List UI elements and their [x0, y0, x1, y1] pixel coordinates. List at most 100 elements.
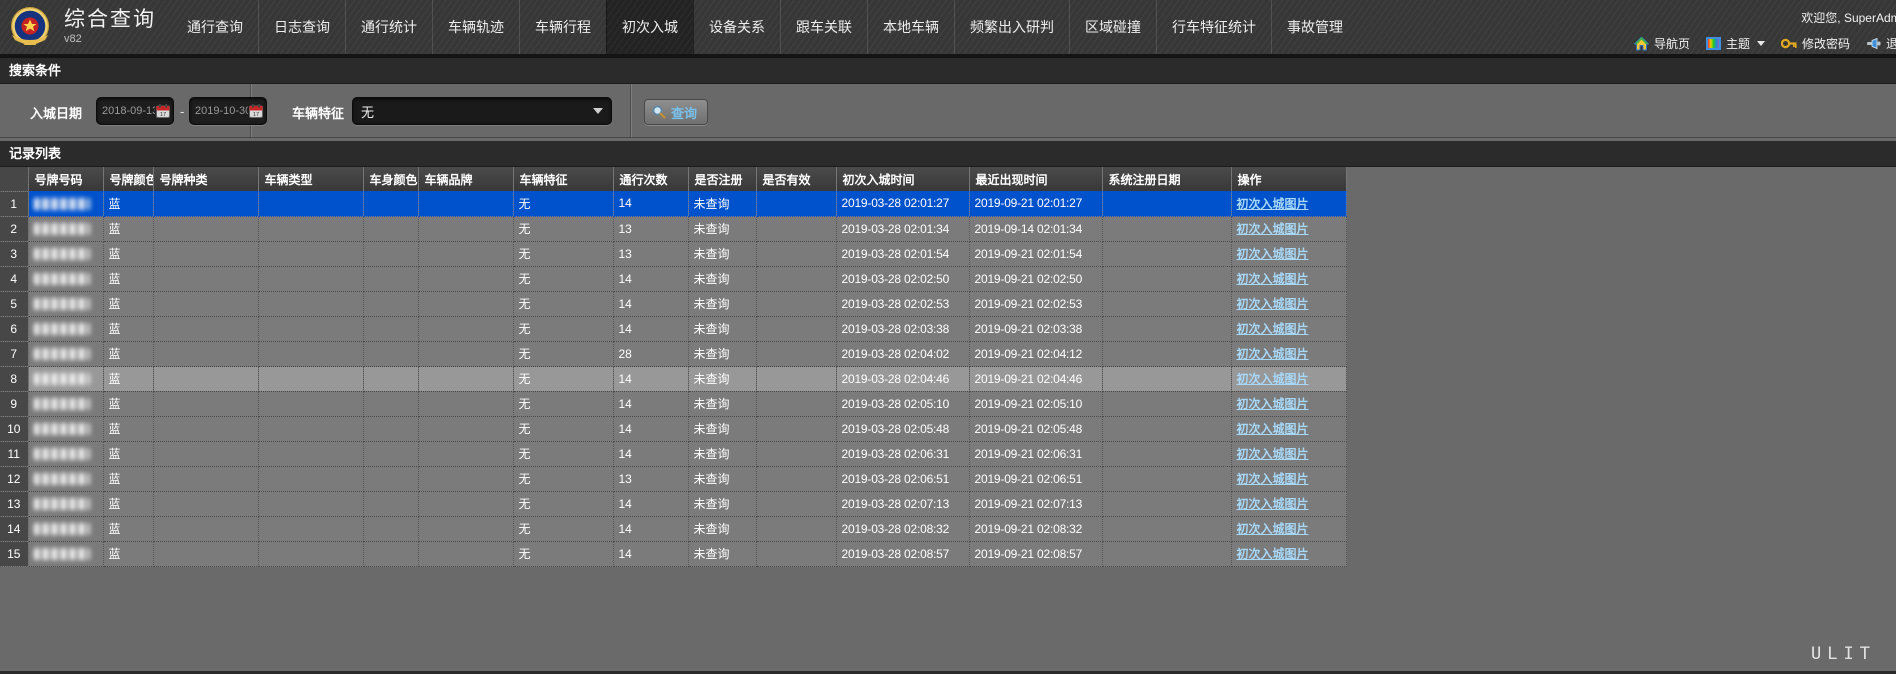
date-from-input[interactable]: 2018-09-13 17	[96, 97, 174, 125]
nav-item[interactable]: 区域碰撞	[1069, 0, 1156, 54]
plate-color: 蓝	[103, 516, 153, 541]
vehicle-brand	[418, 541, 513, 566]
nav-item[interactable]: 本地车辆	[867, 0, 954, 54]
column-header[interactable]: 车辆品牌	[418, 167, 513, 191]
table-row[interactable]: 5蓝无14未查询2019-03-28 02:02:532019-09-21 02…	[0, 291, 1346, 316]
theme-button[interactable]: 主题	[1706, 35, 1765, 52]
first-enter-image-link[interactable]: 初次入城图片	[1237, 322, 1309, 336]
first-enter-image-link[interactable]: 初次入城图片	[1237, 397, 1309, 411]
nav-item[interactable]: 频繁出入研判	[954, 0, 1069, 54]
change-password-button[interactable]: 修改密码	[1781, 35, 1850, 52]
calendar-icon[interactable]: 17	[155, 103, 171, 119]
table-row[interactable]: 6蓝无14未查询2019-03-28 02:03:382019-09-21 02…	[0, 316, 1346, 341]
nav-item[interactable]: 通行查询	[172, 0, 258, 54]
column-header[interactable]: 车身颜色	[363, 167, 418, 191]
column-header[interactable]: 系统注册日期	[1102, 167, 1231, 191]
column-header[interactable]: 车辆特征	[513, 167, 613, 191]
table-row[interactable]: 14蓝无14未查询2019-03-28 02:08:322019-09-21 0…	[0, 516, 1346, 541]
column-header[interactable]: 通行次数	[613, 167, 688, 191]
action[interactable]: 初次入城图片	[1231, 316, 1346, 341]
nav-item[interactable]: 日志查询	[258, 0, 345, 54]
action[interactable]: 初次入城图片	[1231, 491, 1346, 516]
action[interactable]: 初次入城图片	[1231, 466, 1346, 491]
action[interactable]: 初次入城图片	[1231, 216, 1346, 241]
key-icon	[1781, 37, 1797, 50]
action[interactable]: 初次入城图片	[1231, 341, 1346, 366]
action[interactable]: 初次入城图片	[1231, 191, 1346, 216]
action[interactable]: 初次入城图片	[1231, 391, 1346, 416]
first-enter-image-link[interactable]: 初次入城图片	[1237, 447, 1309, 461]
date-to-input[interactable]: 2019-10-30 17	[189, 97, 267, 125]
first-enter-image-link[interactable]: 初次入城图片	[1237, 522, 1309, 536]
vehicle-feature-select[interactable]: 无	[352, 97, 612, 125]
action[interactable]: 初次入城图片	[1231, 291, 1346, 316]
table-row[interactable]: 3蓝无13未查询2019-03-28 02:01:542019-09-21 02…	[0, 241, 1346, 266]
table-row[interactable]: 11蓝无14未查询2019-03-28 02:06:312019-09-21 0…	[0, 441, 1346, 466]
table-row[interactable]: 15蓝无14未查询2019-03-28 02:08:572019-09-21 0…	[0, 541, 1346, 566]
nav-item[interactable]: 跟车关联	[780, 0, 867, 54]
first-enter-image-link[interactable]: 初次入城图片	[1237, 472, 1309, 486]
first-enter-image-link[interactable]: 初次入城图片	[1237, 197, 1309, 211]
plate-number	[28, 191, 103, 216]
nav-item[interactable]: 行车特征统计	[1156, 0, 1271, 54]
row-number: 12	[0, 466, 28, 491]
register-date	[1102, 291, 1231, 316]
first-enter-image-link[interactable]: 初次入城图片	[1237, 347, 1309, 361]
nav-page-button[interactable]: 导航页	[1634, 35, 1690, 52]
column-header[interactable]: 最近出现时间	[969, 167, 1102, 191]
registered-status: 未查询	[688, 441, 756, 466]
nav-item[interactable]: 车辆行程	[519, 0, 606, 54]
table-row[interactable]: 13蓝无14未查询2019-03-28 02:07:132019-09-21 0…	[0, 491, 1346, 516]
first-enter-image-link[interactable]: 初次入城图片	[1237, 372, 1309, 386]
action[interactable]: 初次入城图片	[1231, 366, 1346, 391]
blurred-license-plate	[34, 523, 90, 535]
query-button[interactable]: 查询	[644, 99, 708, 125]
first-enter-image-link[interactable]: 初次入城图片	[1237, 497, 1309, 511]
valid-status	[756, 391, 836, 416]
column-header[interactable]: 是否注册	[688, 167, 756, 191]
plate-number	[28, 316, 103, 341]
blurred-license-plate	[34, 223, 90, 235]
table-row[interactable]: 9蓝无14未查询2019-03-28 02:05:102019-09-21 02…	[0, 391, 1346, 416]
first-enter-image-link[interactable]: 初次入城图片	[1237, 547, 1309, 561]
nav-item[interactable]: 设备关系	[693, 0, 780, 54]
action[interactable]: 初次入城图片	[1231, 241, 1346, 266]
logout-button[interactable]: 退出	[1866, 35, 1896, 52]
column-header[interactable]: 号牌颜色	[103, 167, 153, 191]
table-row[interactable]: 1蓝无14未查询2019-03-28 02:01:272019-09-21 02…	[0, 191, 1346, 216]
plate-color: 蓝	[103, 466, 153, 491]
nav-item[interactable]: 事故管理	[1271, 0, 1358, 54]
table-row[interactable]: 10蓝无14未查询2019-03-28 02:05:482019-09-21 0…	[0, 416, 1346, 441]
column-header[interactable]: 初次入城时间	[836, 167, 969, 191]
first-enter-image-link[interactable]: 初次入城图片	[1237, 222, 1309, 236]
action[interactable]: 初次入城图片	[1231, 416, 1346, 441]
column-header[interactable]: 是否有效	[756, 167, 836, 191]
column-header[interactable]: 号牌号码	[28, 167, 103, 191]
nav-item[interactable]: 初次入城	[606, 0, 693, 54]
table-row[interactable]: 2蓝无13未查询2019-03-28 02:01:342019-09-14 02…	[0, 216, 1346, 241]
column-header[interactable]: 操作	[1231, 167, 1346, 191]
action[interactable]: 初次入城图片	[1231, 541, 1346, 566]
row-number-header	[0, 167, 28, 191]
first-enter-image-link[interactable]: 初次入城图片	[1237, 297, 1309, 311]
table-row[interactable]: 4蓝无14未查询2019-03-28 02:02:502019-09-21 02…	[0, 266, 1346, 291]
first-enter-image-link[interactable]: 初次入城图片	[1237, 272, 1309, 286]
svg-text:17: 17	[160, 112, 166, 118]
table-row[interactable]: 12蓝无13未查询2019-03-28 02:06:512019-09-21 0…	[0, 466, 1346, 491]
first-enter-image-link[interactable]: 初次入城图片	[1237, 247, 1309, 261]
register-date	[1102, 191, 1231, 216]
plate-type	[153, 466, 258, 491]
table-row[interactable]: 8蓝无14未查询2019-03-28 02:04:462019-09-21 02…	[0, 366, 1346, 391]
column-header[interactable]: 号牌种类	[153, 167, 258, 191]
first-enter-image-link[interactable]: 初次入城图片	[1237, 422, 1309, 436]
action[interactable]: 初次入城图片	[1231, 441, 1346, 466]
action[interactable]: 初次入城图片	[1231, 266, 1346, 291]
action[interactable]: 初次入城图片	[1231, 516, 1346, 541]
nav-item[interactable]: 通行统计	[345, 0, 432, 54]
vehicle-feature: 无	[513, 266, 613, 291]
nav-item[interactable]: 车辆轨迹	[432, 0, 519, 54]
vehicle-feature: 无	[513, 216, 613, 241]
calendar-icon[interactable]: 17	[248, 103, 264, 119]
table-row[interactable]: 7蓝无28未查询2019-03-28 02:04:022019-09-21 02…	[0, 341, 1346, 366]
column-header[interactable]: 车辆类型	[258, 167, 363, 191]
